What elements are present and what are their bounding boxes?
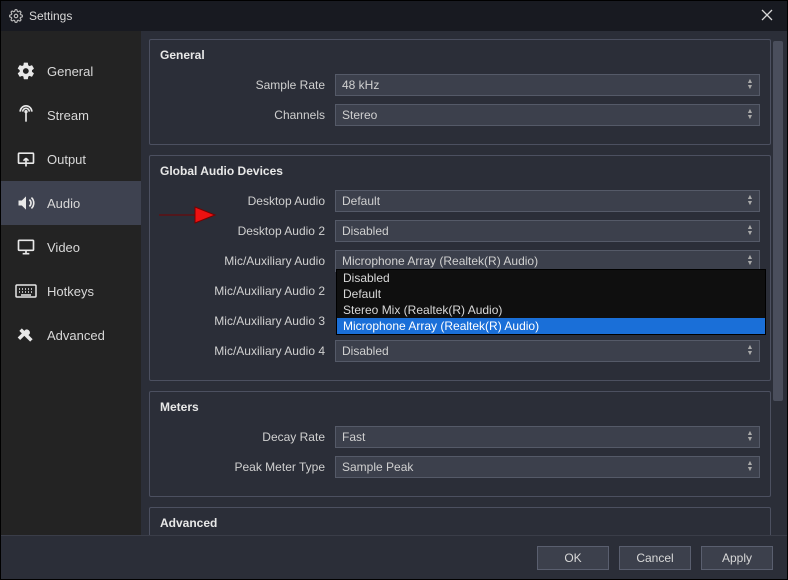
sidebar-item-label: Video [47,240,80,255]
sidebar-item-label: Output [47,152,86,167]
sidebar-item-label: Advanced [47,328,105,343]
scrollbar-thumb[interactable] [773,41,783,401]
group-title: Global Audio Devices [160,164,760,178]
cancel-button[interactable]: Cancel [619,546,691,570]
label-mic-aux-audio: Mic/Auxiliary Audio [160,254,335,268]
label-sample-rate: Sample Rate [160,78,335,92]
label-desktop-audio: Desktop Audio [160,194,335,208]
apply-button[interactable]: Apply [701,546,773,570]
sidebar-item-advanced[interactable]: Advanced [1,313,141,357]
sidebar-item-video[interactable]: Video [1,225,141,269]
group-title: Advanced [160,516,760,530]
tools-icon [15,325,37,345]
label-mic-aux-audio-3: Mic/Auxiliary Audio 3 [160,314,335,328]
sidebar-item-label: General [47,64,93,79]
label-desktop-audio-2: Desktop Audio 2 [160,224,335,238]
dropdown-option[interactable]: Stereo Mix (Realtek(R) Audio) [337,302,765,318]
dropdown-option-selected[interactable]: Microphone Array (Realtek(R) Audio) [337,318,765,334]
output-icon [15,149,37,169]
settings-window: Settings General Stream Output Audio [0,0,788,580]
group-title: General [160,48,760,62]
combo-peak-meter-type[interactable]: Sample Peak▲▼ [335,456,760,478]
group-meters: Meters Decay Rate Fast▲▼ Peak Meter Type… [149,391,771,497]
monitor-icon [15,237,37,257]
sidebar-item-audio[interactable]: Audio [1,181,141,225]
sidebar-item-output[interactable]: Output [1,137,141,181]
antenna-icon [15,105,37,125]
close-button[interactable] [751,3,783,27]
label-channels: Channels [160,108,335,122]
chevron-down-icon: ▼ [747,85,754,91]
sidebar-item-label: Audio [47,196,80,211]
label-mic-aux-audio-2: Mic/Auxiliary Audio 2 [160,284,335,298]
sidebar-item-label: Hotkeys [47,284,94,299]
titlebar: Settings [1,1,787,31]
window-title: Settings [29,9,72,23]
combo-mic-aux-audio-4[interactable]: Disabled▲▼ [335,340,760,362]
ok-button[interactable]: OK [537,546,609,570]
dropdown-option[interactable]: Default [337,286,765,302]
group-general: General Sample Rate 48 kHz▲▼ Channels St… [149,39,771,145]
footer: OK Cancel Apply [1,535,787,579]
speaker-icon [15,193,37,213]
sidebar-item-general[interactable]: General [1,49,141,93]
dropdown-mic-aux-options[interactable]: Disabled Default Stereo Mix (Realtek(R) … [336,269,766,335]
group-title: Meters [160,400,760,414]
gear-icon [15,61,37,81]
settings-gear-icon [9,9,23,23]
label-decay-rate: Decay Rate [160,430,335,444]
combo-desktop-audio-2[interactable]: Disabled▲▼ [335,220,760,242]
sidebar-item-hotkeys[interactable]: Hotkeys [1,269,141,313]
dropdown-option[interactable]: Disabled [337,270,765,286]
combo-channels[interactable]: Stereo▲▼ [335,104,760,126]
combo-desktop-audio[interactable]: Default▲▼ [335,190,760,212]
sidebar-item-stream[interactable]: Stream [1,93,141,137]
vertical-scrollbar[interactable] [773,41,783,521]
combo-decay-rate[interactable]: Fast▲▼ [335,426,760,448]
combo-sample-rate[interactable]: 48 kHz▲▼ [335,74,760,96]
label-peak-meter-type: Peak Meter Type [160,460,335,474]
group-advanced: Advanced Monitoring Device Default▲▼ ✓ D… [149,507,771,535]
content-area: General Sample Rate 48 kHz▲▼ Channels St… [141,31,787,535]
group-global-audio-devices: Global Audio Devices Desktop Audio Defau… [149,155,771,381]
sidebar-item-label: Stream [47,108,89,123]
sidebar: General Stream Output Audio Video Hotkey… [1,31,141,535]
keyboard-icon [15,284,37,298]
label-mic-aux-audio-4: Mic/Auxiliary Audio 4 [160,344,335,358]
